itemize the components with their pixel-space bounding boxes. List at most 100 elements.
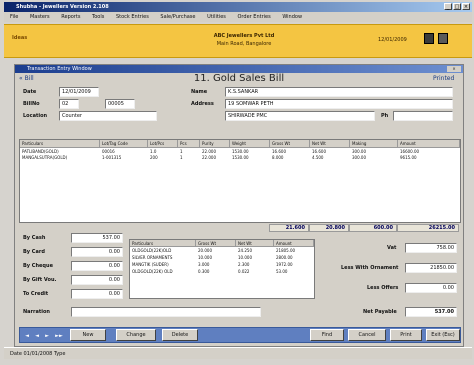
print-button[interactable]: Print (390, 329, 422, 341)
calendar-icon[interactable] (438, 33, 448, 44)
menu-item-stock[interactable]: Stock Entries (116, 14, 149, 20)
col-header-tag: Lot/Tag Code (100, 140, 148, 148)
transaction-window: Transaction Entry Window × « Bill 11. Go… (14, 64, 464, 347)
items-grid[interactable]: Particulars Lot/Tag Code Lot/Pcs Pcs Pur… (19, 139, 461, 223)
oldgold-row[interactable]: SILVER ORNAMENTS 10.000 10.000 2800.00 (130, 255, 314, 261)
giftvoucher-label: By Gift Vou. (23, 277, 57, 283)
oldgold-cell-grosswt: 0.300 (198, 269, 210, 274)
window-title: Transaction Entry Window (27, 66, 92, 72)
prev-record-icon[interactable]: ◄ (32, 330, 42, 342)
less-ornament-field[interactable]: 21850.00 (405, 263, 457, 273)
table-row[interactable]: MANGALSUTRA(GOLD) 1-001315 200 1 22.000 … (20, 155, 460, 161)
net-payable-label: Net Payable (363, 309, 397, 315)
status-bar: Date 01/01/2008 Type (4, 347, 472, 359)
date-field[interactable]: 12/01/2009 (59, 87, 99, 97)
close-button[interactable]: × (462, 3, 470, 10)
next-record-icon[interactable]: ► (42, 330, 52, 342)
oldgold-cell-netwt: 2.300 (238, 262, 250, 267)
col-header-making: Making (350, 140, 398, 148)
cash-label: By Cash (23, 235, 46, 241)
menu-item-file[interactable]: File (10, 14, 18, 20)
col-header-particulars: Particulars (20, 140, 100, 148)
oldgold-row[interactable]: MANGTIK (SUDER) 3.000 2.300 1972.00 (130, 262, 314, 268)
phone-label: Ph (381, 113, 389, 119)
oldgold-cell-particulars: OLDGOLD(22K) OLD (132, 269, 173, 274)
delete-button[interactable]: Delete (162, 329, 198, 341)
total-grosswt: 21.600 (269, 224, 309, 232)
app-title-bar: Shubha - Jewellers Version 2.108 (4, 2, 472, 12)
date-label: Date (23, 89, 37, 95)
total-making: 600.00 (349, 224, 397, 232)
name-field[interactable]: K.S.SANKAR (225, 87, 453, 97)
company-address: Main Road, Bangalore (216, 41, 272, 47)
oldgold-header-netwt: Net Wt (236, 240, 274, 247)
menu-item-tools[interactable]: Tools (92, 14, 104, 20)
col-header-grosswt: Gross Wt (270, 140, 310, 148)
card-label: By Card (23, 249, 45, 255)
cell-netwt: 4.500 (312, 155, 324, 160)
bill-number-field[interactable]: 00005 (105, 99, 135, 109)
printed-tag: Printed (433, 75, 455, 82)
first-record-icon[interactable]: ◄ (22, 330, 32, 342)
credit-field[interactable]: 0.00 (71, 289, 123, 299)
oldgold-cell-grosswt: 20.000 (198, 248, 212, 253)
vat-field[interactable]: 758.00 (405, 243, 457, 253)
change-button[interactable]: Change (116, 329, 156, 341)
address-line1-field[interactable]: 19 SOMWAR PETH (225, 99, 453, 109)
narration-field[interactable] (71, 307, 261, 317)
bill-prefix-field[interactable]: 02 (59, 99, 79, 109)
menu-item-reports[interactable]: Reports (61, 14, 80, 20)
cell-pcs: 1 (180, 155, 183, 160)
less-offers-field[interactable]: 0.00 (405, 283, 457, 293)
oldgold-cell-netwt: 0.022 (238, 269, 250, 274)
calculator-icon[interactable] (424, 33, 434, 44)
total-amount: 26215.00 (397, 224, 459, 232)
oldgold-cell-netwt: 10.000 (238, 255, 252, 260)
exit-button[interactable]: Exit (Esc) (426, 329, 460, 341)
less-offers-label: Less Offers (367, 285, 399, 291)
menu-item-masters[interactable]: Masters (30, 14, 50, 20)
net-payable-field[interactable]: 537.00 (405, 307, 457, 317)
oldgold-row[interactable]: OLDGOLD(22K) OLD 0.300 0.022 53.00 (130, 269, 314, 275)
oldgold-row[interactable]: OLDGOLD(22K)OLD 20.000 24.250 21805.00 (130, 248, 314, 254)
cell-grosswt: 8.000 (272, 155, 284, 160)
cell-making: 300.00 (352, 155, 366, 160)
cell-tag: 1-001315 (102, 155, 122, 160)
app-title: Shubha - Jewellers Version 2.108 (16, 4, 109, 10)
oldgold-cell-amount: 2800.00 (276, 255, 293, 260)
oldgold-cell-particulars: OLDGOLD(22K)OLD (132, 248, 172, 253)
company-banner: Ideas ABC Jewellers Pvt Ltd Main Road, B… (4, 24, 472, 58)
giftvoucher-field[interactable]: 0.00 (71, 275, 123, 285)
oldgold-cell-grosswt: 3.000 (198, 262, 210, 267)
oldgold-cell-grosswt: 10.000 (198, 255, 212, 260)
minimize-button[interactable]: _ (444, 3, 452, 10)
menu-item-sale[interactable]: Sale/Purchase (160, 14, 195, 20)
col-header-purity: Purity (200, 140, 230, 148)
cheque-field[interactable]: 0.00 (71, 261, 123, 271)
window-close-icon[interactable]: × (447, 66, 461, 72)
phone-field[interactable] (393, 111, 453, 121)
oldgold-header-amount: Amount (274, 240, 314, 247)
menu-item-order[interactable]: Order Entries (238, 14, 271, 20)
company-name: ABC Jewellers Pvt Ltd (213, 33, 275, 39)
page-title: 11. Gold Sales Bill (193, 73, 285, 84)
card-field[interactable]: 0.00 (71, 247, 123, 257)
oldgold-cell-particulars: MANGTIK (SUDER) (132, 262, 169, 267)
menu-item-window[interactable]: Window (282, 14, 302, 20)
cancel-button[interactable]: Cancel (348, 329, 386, 341)
cell-particulars: MANGALSUTRA(GOLD) (22, 155, 68, 160)
address-line2-field[interactable]: SHIRWADE PMC (225, 111, 375, 121)
name-label: Name (191, 89, 208, 95)
location-field[interactable]: Counter (59, 111, 157, 121)
new-button[interactable]: New (70, 329, 106, 341)
action-toolbar: ◄ ◄ ► ►► New Change Delete Find Cancel P… (19, 327, 461, 343)
last-record-icon[interactable]: ►► (52, 330, 66, 342)
oldgold-header-particulars: Particulars (130, 240, 196, 247)
find-button[interactable]: Find (310, 329, 344, 341)
cash-field[interactable]: 537.00 (71, 233, 123, 243)
oldgold-header-grosswt: Gross Wt (196, 240, 236, 247)
oldgold-grid[interactable]: Particulars Gross Wt Net Wt Amount OLDGO… (129, 239, 315, 299)
menu-item-utilities[interactable]: Utilities (207, 14, 226, 20)
maximize-button[interactable]: □ (453, 3, 461, 10)
col-header-netwt: Net Wt (310, 140, 350, 148)
